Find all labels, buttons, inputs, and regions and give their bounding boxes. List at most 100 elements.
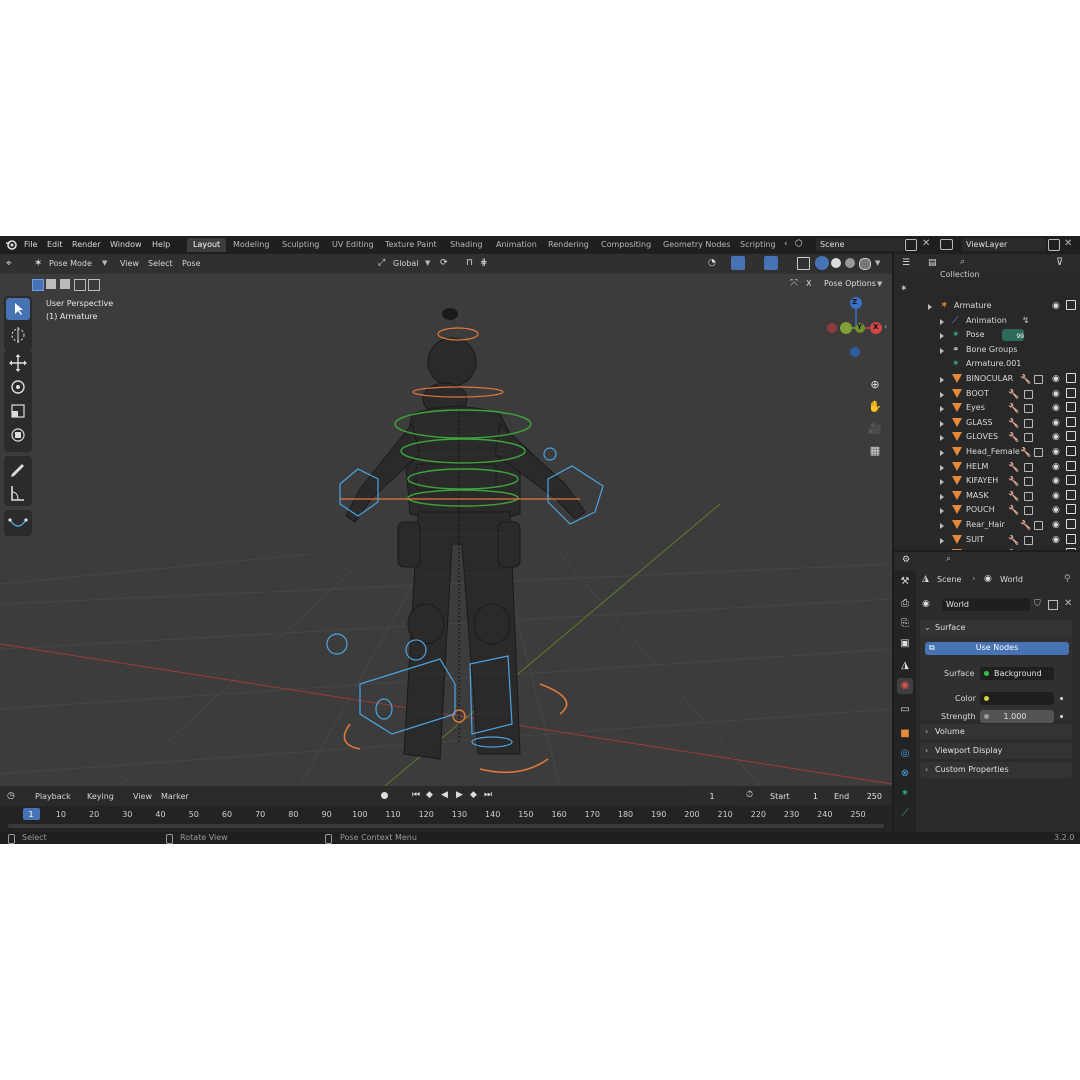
- expand-arrow-icon[interactable]: [940, 464, 944, 471]
- modifier-wrench-icon[interactable]: 🔧: [1008, 431, 1019, 445]
- zoom-icon[interactable]: ⊕: [866, 376, 884, 394]
- 3d-viewport[interactable]: ⌖ ✶ Pose Mode ▼ View Select Pose ⤢ Globa…: [0, 254, 892, 786]
- view-layer-icon[interactable]: [940, 239, 953, 250]
- auto-keying-icon[interactable]: [381, 792, 388, 799]
- snap-increment-icon[interactable]: ⋕: [480, 258, 488, 268]
- camera-icon[interactable]: [1066, 446, 1076, 456]
- camera-icon[interactable]: [1066, 489, 1076, 500]
- modifier-wrench-icon[interactable]: 🔧: [1008, 534, 1019, 548]
- color-field[interactable]: [980, 692, 1054, 705]
- eye-icon[interactable]: ◉: [1052, 503, 1060, 517]
- menu-marker[interactable]: Marker: [161, 792, 189, 801]
- outliner-item-rear-hair[interactable]: Rear_Hair 🔧 ◉: [894, 518, 1080, 532]
- expand-arrow-icon[interactable]: [940, 377, 944, 383]
- outliner-item-armature-001[interactable]: ✶ Armature.001: [894, 357, 1080, 371]
- eye-icon[interactable]: ◉: [1052, 445, 1060, 459]
- outliner-item-bone-groups[interactable]: ⚭ Bone Groups: [894, 343, 1080, 357]
- jump-end-icon[interactable]: ⏭: [484, 790, 492, 800]
- menu-help[interactable]: Help: [152, 240, 170, 249]
- eye-icon[interactable]: ◉: [1052, 299, 1060, 313]
- eye-icon[interactable]: ◉: [1052, 416, 1060, 430]
- display-mode-icon[interactable]: ▤: [928, 258, 937, 268]
- camera-icon[interactable]: [1066, 460, 1076, 471]
- tab-compositing[interactable]: Compositing: [595, 238, 657, 252]
- shading-solid-icon[interactable]: [831, 258, 841, 268]
- expand-arrow-icon[interactable]: [940, 391, 944, 398]
- tab-modeling[interactable]: Modeling: [227, 238, 275, 252]
- new-scene-icon[interactable]: [905, 239, 917, 251]
- next-keyframe-icon[interactable]: ◆: [470, 790, 477, 800]
- outliner-item-binocular[interactable]: BINOCULAR 🔧 ◉: [894, 372, 1080, 386]
- menu-view[interactable]: View: [120, 259, 139, 268]
- eye-icon[interactable]: ◉: [1052, 401, 1060, 415]
- tab-geometry-nodes[interactable]: Geometry Nodes: [657, 238, 736, 252]
- expand-arrow-icon[interactable]: [940, 537, 944, 544]
- tab-scene[interactable]: ◮: [897, 658, 913, 674]
- modifier-wrench-icon[interactable]: 🔧: [1008, 490, 1019, 504]
- modifier-wrench-icon[interactable]: 🔧: [1008, 417, 1019, 431]
- modifier-wrench-icon[interactable]: 🔧: [1020, 373, 1031, 387]
- camera-icon[interactable]: [1066, 373, 1076, 383]
- panel-volume[interactable]: › Volume: [920, 724, 1072, 740]
- fake-user-shield-icon[interactable]: ⛉: [1034, 599, 1041, 609]
- camera-icon[interactable]: [1066, 475, 1076, 486]
- measure-tool[interactable]: [6, 482, 30, 504]
- expand-arrow-icon[interactable]: [940, 406, 944, 413]
- eye-icon[interactable]: ◉: [1052, 533, 1060, 547]
- transform-orientation-dropdown[interactable]: Global: [393, 259, 419, 268]
- menu-window[interactable]: Window: [110, 240, 142, 249]
- pose-options-dropdown[interactable]: Pose Options: [824, 279, 876, 288]
- outliner-item-pouch[interactable]: POUCH 🔧 ◉: [894, 503, 1080, 517]
- outliner-item-gloves[interactable]: GLOVES 🔧 ◉: [894, 430, 1080, 444]
- end-frame-field[interactable]: End 250: [826, 790, 888, 803]
- menu-render[interactable]: Render: [72, 240, 100, 249]
- eye-icon[interactable]: ◉: [1052, 489, 1060, 503]
- panel-viewport-display[interactable]: › Viewport Display: [920, 743, 1072, 759]
- blender-logo-icon[interactable]: [5, 239, 17, 251]
- editor-type-icon[interactable]: ⌖: [6, 258, 12, 269]
- transform-tool[interactable]: [6, 424, 30, 446]
- remove-scene-icon[interactable]: ✕: [922, 238, 930, 249]
- move-tool[interactable]: [6, 352, 30, 374]
- select-extend-icon[interactable]: [46, 279, 56, 289]
- scene-icon[interactable]: ⬡: [795, 239, 803, 249]
- outliner-item-eyes[interactable]: Eyes 🔧 ◉: [894, 401, 1080, 415]
- camera-view-icon[interactable]: 🎥: [866, 420, 884, 438]
- select-intersect-icon[interactable]: [88, 279, 100, 291]
- tab-shading[interactable]: Shading: [444, 238, 489, 252]
- shading-chevron-down-icon[interactable]: ▼: [875, 259, 880, 267]
- outliner-item-mask[interactable]: MASK 🔧 ◉: [894, 489, 1080, 503]
- strength-keyframe-dot-icon[interactable]: [1060, 715, 1063, 718]
- play-icon[interactable]: ▶: [456, 790, 463, 800]
- camera-icon[interactable]: [1066, 519, 1076, 529]
- outliner-pose-mode-icon[interactable]: ✶: [900, 284, 908, 294]
- eye-icon[interactable]: ◉: [1052, 474, 1060, 488]
- camera-icon[interactable]: [1066, 402, 1076, 413]
- tab-physics[interactable]: ◎: [897, 746, 913, 762]
- outliner-item-vest[interactable]: VEST 🔧 ◉: [894, 547, 1080, 550]
- overlay-toggle-icon[interactable]: [764, 256, 778, 270]
- outliner-item-animation[interactable]: ⟋ Animation ↯: [894, 314, 1080, 328]
- select-invert-icon[interactable]: [74, 279, 86, 291]
- camera-icon[interactable]: [1066, 533, 1076, 544]
- camera-icon[interactable]: [1066, 431, 1076, 442]
- eye-icon[interactable]: ◉: [1052, 430, 1060, 444]
- collection-row[interactable]: Collection: [940, 270, 980, 279]
- expand-arrow-icon[interactable]: [940, 347, 944, 354]
- outliner-item-suit[interactable]: SUIT 🔧 ◉: [894, 533, 1080, 547]
- outliner-item-pose[interactable]: ✶ Pose 99: [894, 328, 1080, 342]
- expand-arrow-icon[interactable]: [940, 523, 944, 529]
- duplicate-world-icon[interactable]: [1048, 600, 1058, 610]
- expand-arrow-icon[interactable]: [940, 450, 944, 456]
- outliner-editor-type-icon[interactable]: ☰: [902, 258, 910, 268]
- cursor-tool[interactable]: [6, 324, 30, 346]
- sidebar-toggle-icon[interactable]: ‹: [884, 322, 887, 331]
- camera-icon[interactable]: [1066, 387, 1076, 398]
- unlink-world-icon[interactable]: ✕: [1064, 598, 1072, 609]
- mirror-icon[interactable]: ⤧: [790, 278, 798, 289]
- expand-arrow-icon[interactable]: [940, 318, 944, 325]
- tabs-scroll-left-icon[interactable]: ‹: [784, 239, 788, 249]
- expand-arrow-icon[interactable]: [940, 493, 944, 500]
- tab-sculpting[interactable]: Sculpting: [276, 238, 325, 252]
- shading-rendered-icon[interactable]: [859, 258, 871, 270]
